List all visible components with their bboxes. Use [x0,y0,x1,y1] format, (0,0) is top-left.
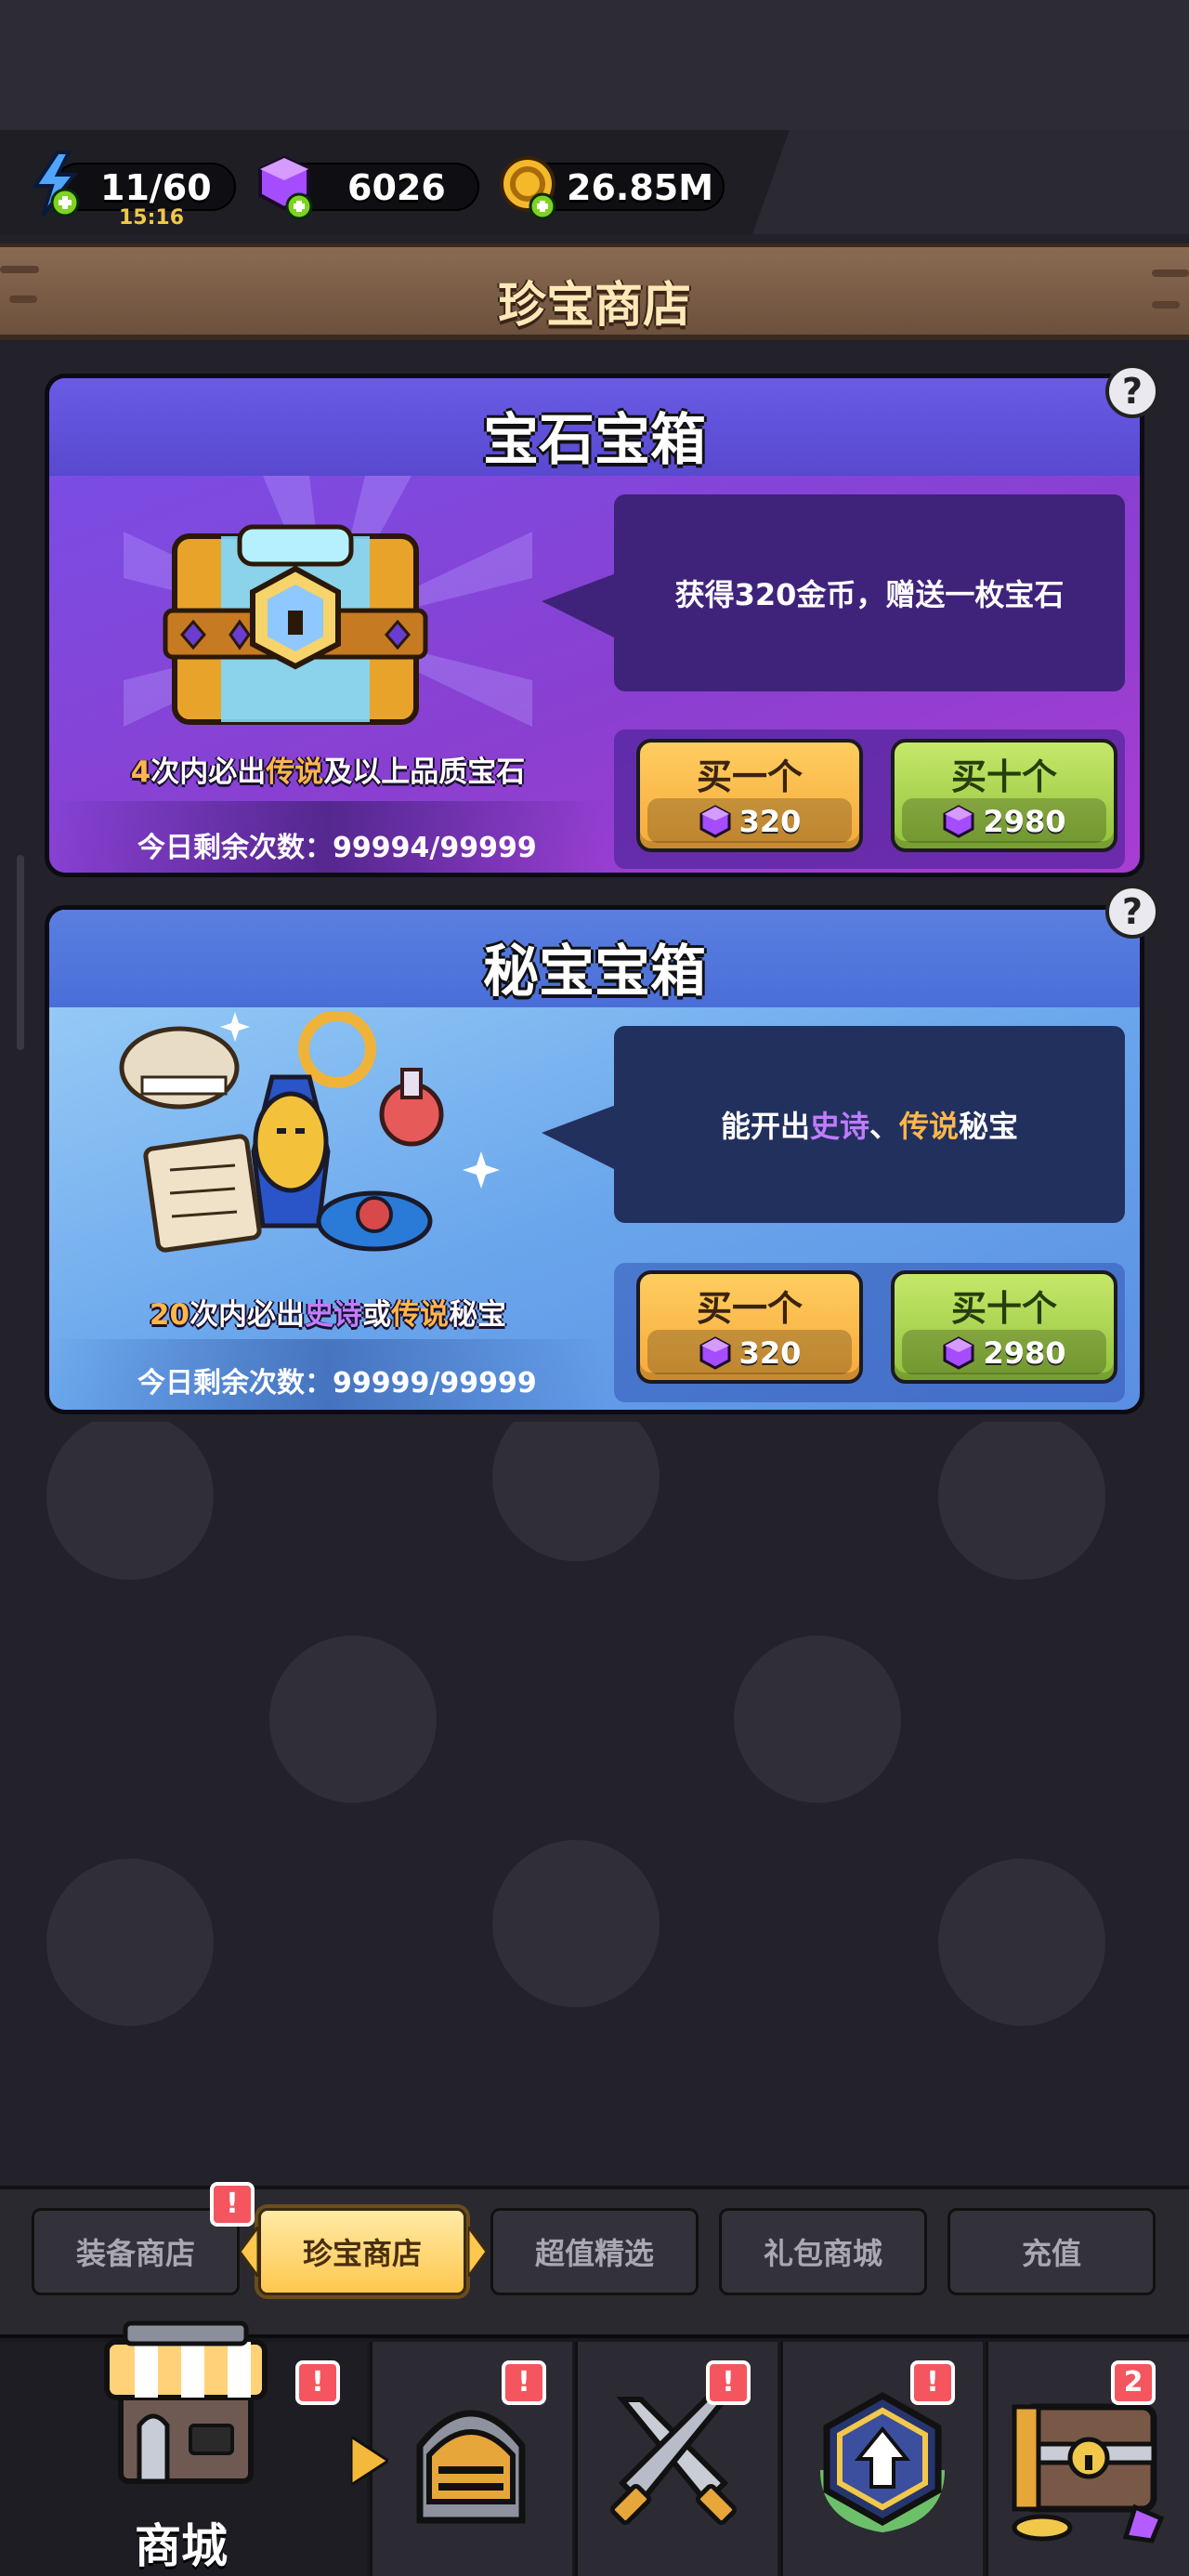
nav-alert-badge: ! [295,2360,340,2405]
description-box: 获得320金币，赠送一枚宝石 [614,494,1125,691]
buy-one-button[interactable]: 买一个 320 [636,1270,863,1384]
tab-right-arrow-icon [468,2227,487,2277]
crossed-swords-icon [609,2397,738,2526]
card-header: 宝石宝箱 [49,378,1140,476]
background-pattern [46,1422,1105,2026]
purple-gem-icon [699,1336,731,1370]
tab-value-picks[interactable]: 超值精选 [490,2208,699,2295]
gems-value: 6026 [347,167,446,208]
card-header: 秘宝宝箱 [49,910,1140,1007]
title-banner: 珍宝商店 [0,243,1189,340]
description-box: 能开出 史诗、传说 秘宝 [614,1026,1125,1223]
tab-treasure-shop[interactable]: 珍宝商店 [258,2208,466,2295]
nav-arrow-icon [351,2437,388,2485]
scroll-indicator[interactable] [17,855,24,1050]
page-title: 珍宝商店 [497,278,691,334]
gem-chest-image [163,524,428,725]
buy-ten-button[interactable]: 买十个 2980 [891,1270,1117,1384]
status-bar [0,0,1189,130]
shop-tab-alert-badge: ! [210,2182,255,2227]
card-title: 秘宝宝箱 [483,940,706,1005]
nav-alert-badge: ! [910,2360,955,2405]
lightning-plus-icon[interactable] [26,151,87,219]
speech-arrow [542,1105,616,1170]
buy-one-button[interactable]: 买一个 320 [636,739,863,852]
purple-gem-icon [943,805,974,838]
treasure-chest-icon [1012,2403,1165,2543]
shop-stall-icon [104,2320,268,2484]
secret-chest-card: 秘宝宝箱 20次内必出史诗或传说秘宝 今日剩余次数：99999/99999 能开… [45,905,1144,1414]
purple-gem-plus-icon[interactable] [256,154,321,221]
buy-ten-button[interactable]: 买十个 2980 [891,739,1117,852]
energy-value: 11/60 [100,167,212,208]
guarantee-text: 20次内必出史诗或传说秘宝 [149,1298,507,1332]
help-button[interactable]: ? [1105,364,1159,418]
treasures-image [119,1012,500,1253]
remaining-count: 今日剩余次数：99994/99999 [137,832,537,864]
gold-value: 26.85M [567,167,714,208]
resource-bar: 11/60 15:16 6026 26.85M [0,130,1189,234]
tab-equipment-shop[interactable]: 装备商店 [32,2208,240,2295]
tab-gift-packs[interactable]: 礼包商城 [719,2208,927,2295]
gold-coin-plus-icon[interactable] [498,152,563,223]
purple-gem-icon [943,1336,974,1370]
gem-chest-card: 宝石宝箱 4次内必出传说及以上品质宝石 今日剩余次数：99994/99999 获… [45,374,1144,877]
resource-bar-slant [752,130,1189,234]
guarantee-text: 4次内必出传说及以上品质宝石 [130,756,526,789]
speech-arrow [542,573,616,638]
help-button[interactable]: ? [1105,885,1159,939]
upgrade-arrow-icon [820,2391,945,2533]
nav-count-badge: 2 [1111,2360,1156,2405]
card-title: 宝石宝箱 [483,408,706,473]
nav-alert-badge: ! [502,2360,546,2405]
nav-shop-label: 商城 [135,2519,228,2573]
tab-left-arrow-icon [240,2227,258,2277]
nav-alert-badge: ! [706,2360,751,2405]
remaining-count: 今日剩余次数：99999/99999 [137,1367,537,1400]
energy-timer: 15:16 [119,206,185,230]
purple-gem-icon [699,805,731,838]
tab-recharge[interactable]: 充值 [947,2208,1156,2295]
